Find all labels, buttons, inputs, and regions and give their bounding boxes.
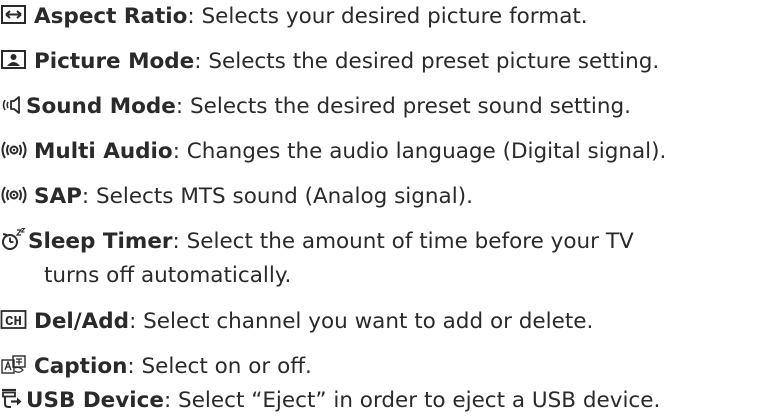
item-label: Sleep Timer	[28, 229, 173, 254]
svg-text:CH: CH	[5, 314, 22, 330]
item-label: SAP	[34, 184, 82, 209]
item-label: Sound Mode	[26, 94, 176, 119]
item-label: Caption	[34, 354, 128, 379]
usb-device-icon	[0, 387, 24, 411]
item-description: : Selects the desired preset sound setti…	[175, 94, 631, 119]
list-item-aspect-ratio: Aspect Ratio: Selects your desired pictu…	[0, 0, 778, 34]
picture-mode-icon	[0, 48, 28, 72]
item-description: : Select on or off.	[127, 354, 312, 379]
list-item-del-add: CH Del/Add: Select channel you want to a…	[0, 305, 778, 339]
item-label: Del/Add	[34, 309, 130, 334]
channel-icon: CH	[0, 308, 28, 332]
sap-icon	[0, 183, 28, 207]
item-description: : Select channel you want to add or dele…	[129, 309, 594, 334]
caption-icon	[0, 353, 28, 377]
item-label: Aspect Ratio	[34, 4, 188, 29]
list-item-multi-audio: Multi Audio: Changes the audio language …	[0, 135, 778, 169]
item-description: : Selects MTS sound (Analog signal).	[81, 184, 473, 209]
list-item-sound-mode: Sound Mode: Selects the desired preset s…	[0, 90, 778, 124]
item-label: Picture Mode	[34, 49, 195, 74]
item-description: : Selects the desired preset picture set…	[194, 49, 660, 74]
item-description-continued: turns off automatically.	[44, 263, 292, 288]
list-item-picture-mode: Picture Mode: Selects the desired preset…	[0, 45, 778, 79]
list-item-caption: Caption: Select on or off.	[0, 350, 778, 384]
list-item-sleep-timer: Sleep Timer: Select the amount of time b…	[0, 225, 778, 259]
sleep-timer-icon	[0, 228, 26, 252]
item-label: Multi Audio	[34, 139, 173, 164]
item-description: : Select the amount of time before your …	[172, 229, 634, 254]
item-description: : Changes the audio language (Digital si…	[172, 139, 667, 164]
multi-audio-icon	[0, 138, 28, 162]
item-description: : Select “Eject” in order to eject a USB…	[163, 388, 661, 413]
list-item-sap: SAP: Selects MTS sound (Analog signal).	[0, 180, 778, 214]
item-description: : Selects your desired picture format.	[187, 4, 588, 29]
aspect-ratio-icon	[0, 3, 28, 27]
list-item-usb-device: USB Device: Select “Eject” in order to e…	[0, 384, 778, 418]
sound-mode-icon	[0, 93, 24, 117]
item-label: USB Device	[26, 388, 164, 413]
